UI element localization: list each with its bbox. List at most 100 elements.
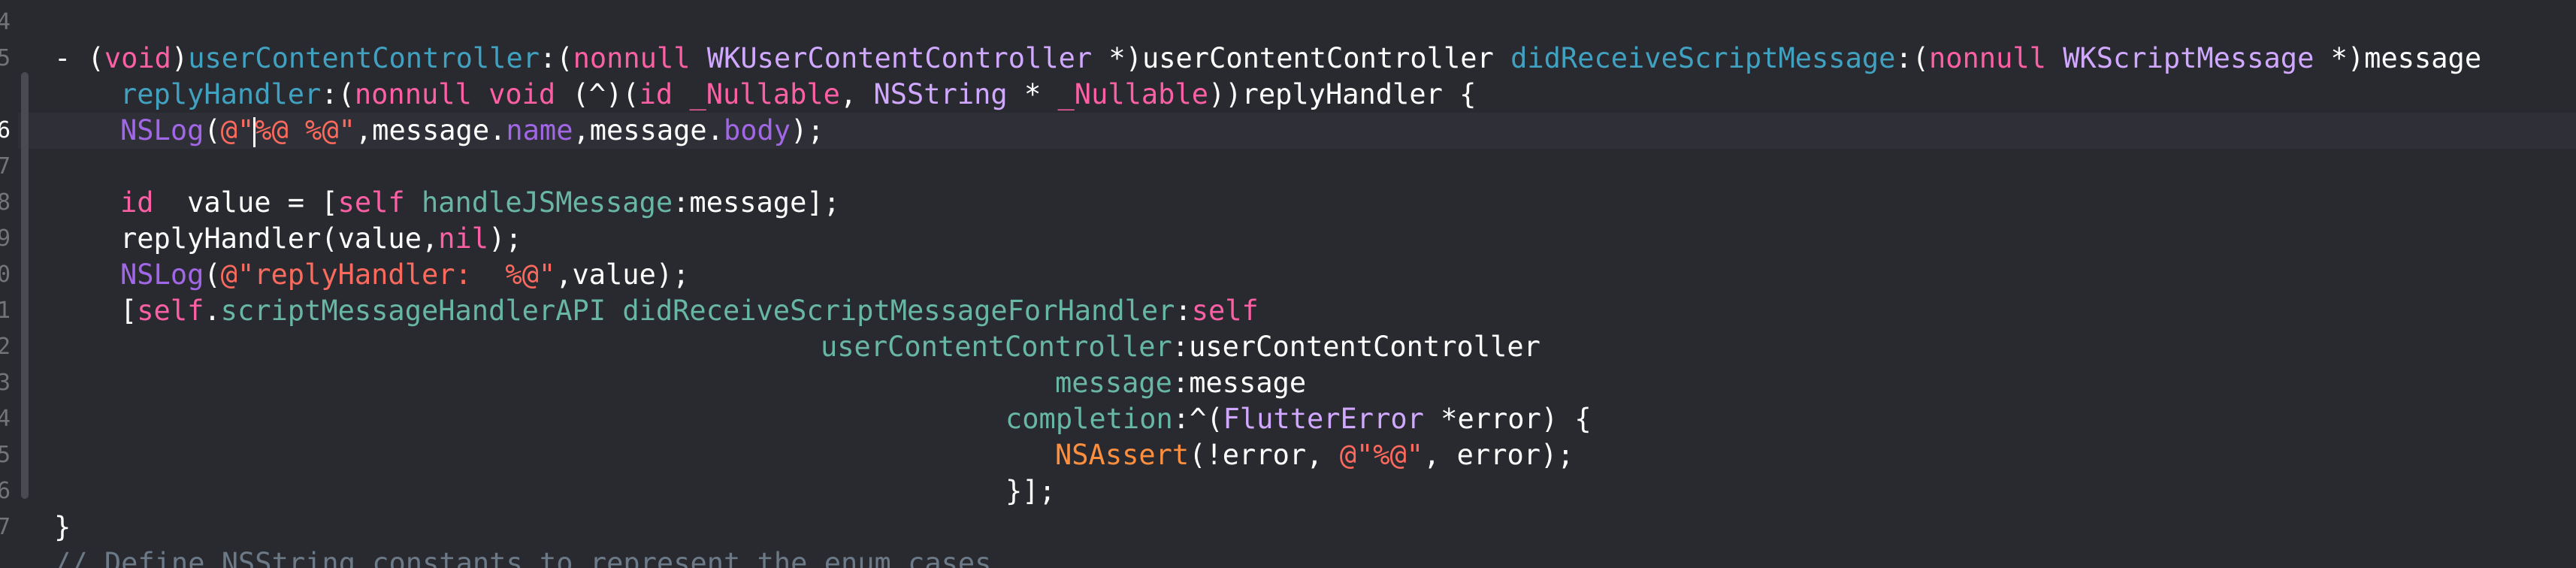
code-token: message <box>1055 367 1172 399</box>
line-number[interactable]: 7 <box>0 149 11 185</box>
code-token: ) <box>171 42 189 74</box>
code-token: :userContentController <box>1172 331 1540 363</box>
code-token: :( <box>1895 42 1929 74</box>
code-token: ))replyHandler { <box>1208 78 1477 110</box>
code-token: WKScriptMessage <box>2063 42 2314 74</box>
code-line-nslog-message[interactable]: NSLog(@"%@ %@",message.name,message.body… <box>120 113 824 149</box>
code-token: *)userContentController <box>1092 42 1511 74</box>
code-fold-ribbon[interactable] <box>21 72 29 499</box>
code-token: ( <box>204 114 221 147</box>
code-token: @"%@" <box>1339 439 1424 471</box>
code-token: :^( <box>1172 403 1223 435</box>
code-token: * <box>1007 78 1058 110</box>
code-token: - ( <box>54 42 104 74</box>
code-token: @"replyHandler: %@" <box>220 258 556 291</box>
code-token: void <box>104 42 171 74</box>
code-token: *)message <box>2314 42 2482 74</box>
code-token: NSLog <box>120 258 204 291</box>
code-token: replyHandler(value, <box>120 222 439 255</box>
code-line-nsassert[interactable]: NSAssert(!error, @"%@", error); <box>1055 437 1574 473</box>
code-line-message-arg[interactable]: message:message <box>1055 365 1306 401</box>
code-line-reply-handler-call[interactable]: replyHandler(value,nil); <box>120 221 522 257</box>
line-number[interactable]: 3 <box>0 365 11 401</box>
line-number-gutter: 45678901234567 <box>0 0 18 568</box>
code-token: FlutterError <box>1223 403 1424 435</box>
code-line-method-close[interactable]: } <box>54 509 71 545</box>
code-token: nonnull <box>1928 42 2046 74</box>
line-number[interactable]: 6 <box>0 473 11 509</box>
code-line-value-assignment[interactable]: id value = [self handleJSMessage:message… <box>120 185 840 221</box>
code-token: scriptMessageHandlerAPI <box>220 295 606 327</box>
line-number[interactable]: 2 <box>0 329 11 365</box>
code-token: *error) { <box>1423 403 1592 435</box>
code-token: id <box>120 186 154 219</box>
code-token: name <box>506 114 573 147</box>
code-token: WKUserContentController <box>706 42 1093 74</box>
line-number[interactable]: 1 <box>0 293 11 329</box>
code-token: ,message. <box>355 114 506 147</box>
code-token: ); <box>791 114 824 147</box>
code-line-method-signature[interactable]: - (void)userContentController:(nonnull W… <box>54 41 2481 77</box>
code-token: _Nullable <box>1057 78 1209 110</box>
code-editor[interactable]: 45678901234567 - (void)userContentContro… <box>0 0 2576 568</box>
code-token: _Nullable <box>689 78 840 110</box>
code-line-nslog-reply[interactable]: NSLog(@"replyHandler: %@",value); <box>120 257 689 293</box>
code-token: , <box>839 78 874 110</box>
code-line-completion-arg[interactable]: completion:^(FlutterError *error) { <box>1005 401 1592 437</box>
code-token: NSLog <box>120 114 204 147</box>
code-token: self <box>337 186 405 219</box>
code-token: :message <box>1172 367 1307 399</box>
code-line-reply-handler-param[interactable]: replyHandler:(nonnull void (^)(id _Nulla… <box>120 77 1476 113</box>
code-token: :( <box>540 42 573 74</box>
code-token: %@ %@" <box>255 114 355 147</box>
line-number[interactable]: 9 <box>0 221 11 257</box>
code-token: : <box>1175 295 1192 327</box>
line-number[interactable]: 0 <box>0 257 11 293</box>
code-token: , error); <box>1423 439 1574 471</box>
code-comment: // Define NSString constants to represen… <box>54 547 992 568</box>
code-token: handleJSMessage <box>422 186 673 219</box>
code-token: userContentController <box>821 331 1172 363</box>
code-token: NSString <box>873 78 1008 110</box>
code-token: (^)( <box>555 78 639 110</box>
code-token: nonnull <box>573 42 691 74</box>
line-number[interactable]: 6 <box>0 113 11 149</box>
code-token: ); <box>488 222 522 255</box>
code-token: ,message. <box>573 114 724 147</box>
line-number[interactable]: 4 <box>0 5 11 41</box>
code-line-block-close[interactable]: }]; <box>1005 473 1056 509</box>
line-number[interactable]: 4 <box>0 401 11 437</box>
code-token: completion <box>1005 403 1173 435</box>
code-line-user-content-controller-arg[interactable]: userContentController:userContentControl… <box>821 329 1540 365</box>
line-number[interactable]: 5 <box>0 437 11 473</box>
code-token: @" <box>220 114 255 147</box>
code-token: self <box>137 295 204 327</box>
code-token: nonnull <box>354 78 472 110</box>
line-number[interactable]: 5 <box>0 41 11 77</box>
code-token: didReceiveScriptMessageForHandler <box>622 295 1175 327</box>
line-number[interactable]: 7 <box>0 509 11 545</box>
code-token: self <box>1191 295 1259 327</box>
code-line-comment[interactable]: // Define NSString constants to represen… <box>54 545 991 568</box>
code-token: didReceiveScriptMessage <box>1510 42 1896 74</box>
code-token: . <box>204 295 221 327</box>
code-token: :( <box>321 78 355 110</box>
code-token: userContentController <box>188 42 540 74</box>
code-token: (!error, <box>1189 439 1340 471</box>
code-token: body <box>723 114 791 147</box>
code-token: id <box>639 78 673 110</box>
line-number[interactable]: 8 <box>0 185 11 221</box>
code-token: replyHandler <box>120 78 322 110</box>
code-token: :message]; <box>673 186 840 219</box>
code-line-handler-api-call[interactable]: [self.scriptMessageHandlerAPI didReceive… <box>120 293 1259 329</box>
code-token: NSAssert <box>1055 439 1190 471</box>
code-token: void <box>488 78 556 110</box>
code-token: [ <box>120 295 138 327</box>
code-token: nil <box>438 222 489 255</box>
code-token: } <box>54 511 71 543</box>
